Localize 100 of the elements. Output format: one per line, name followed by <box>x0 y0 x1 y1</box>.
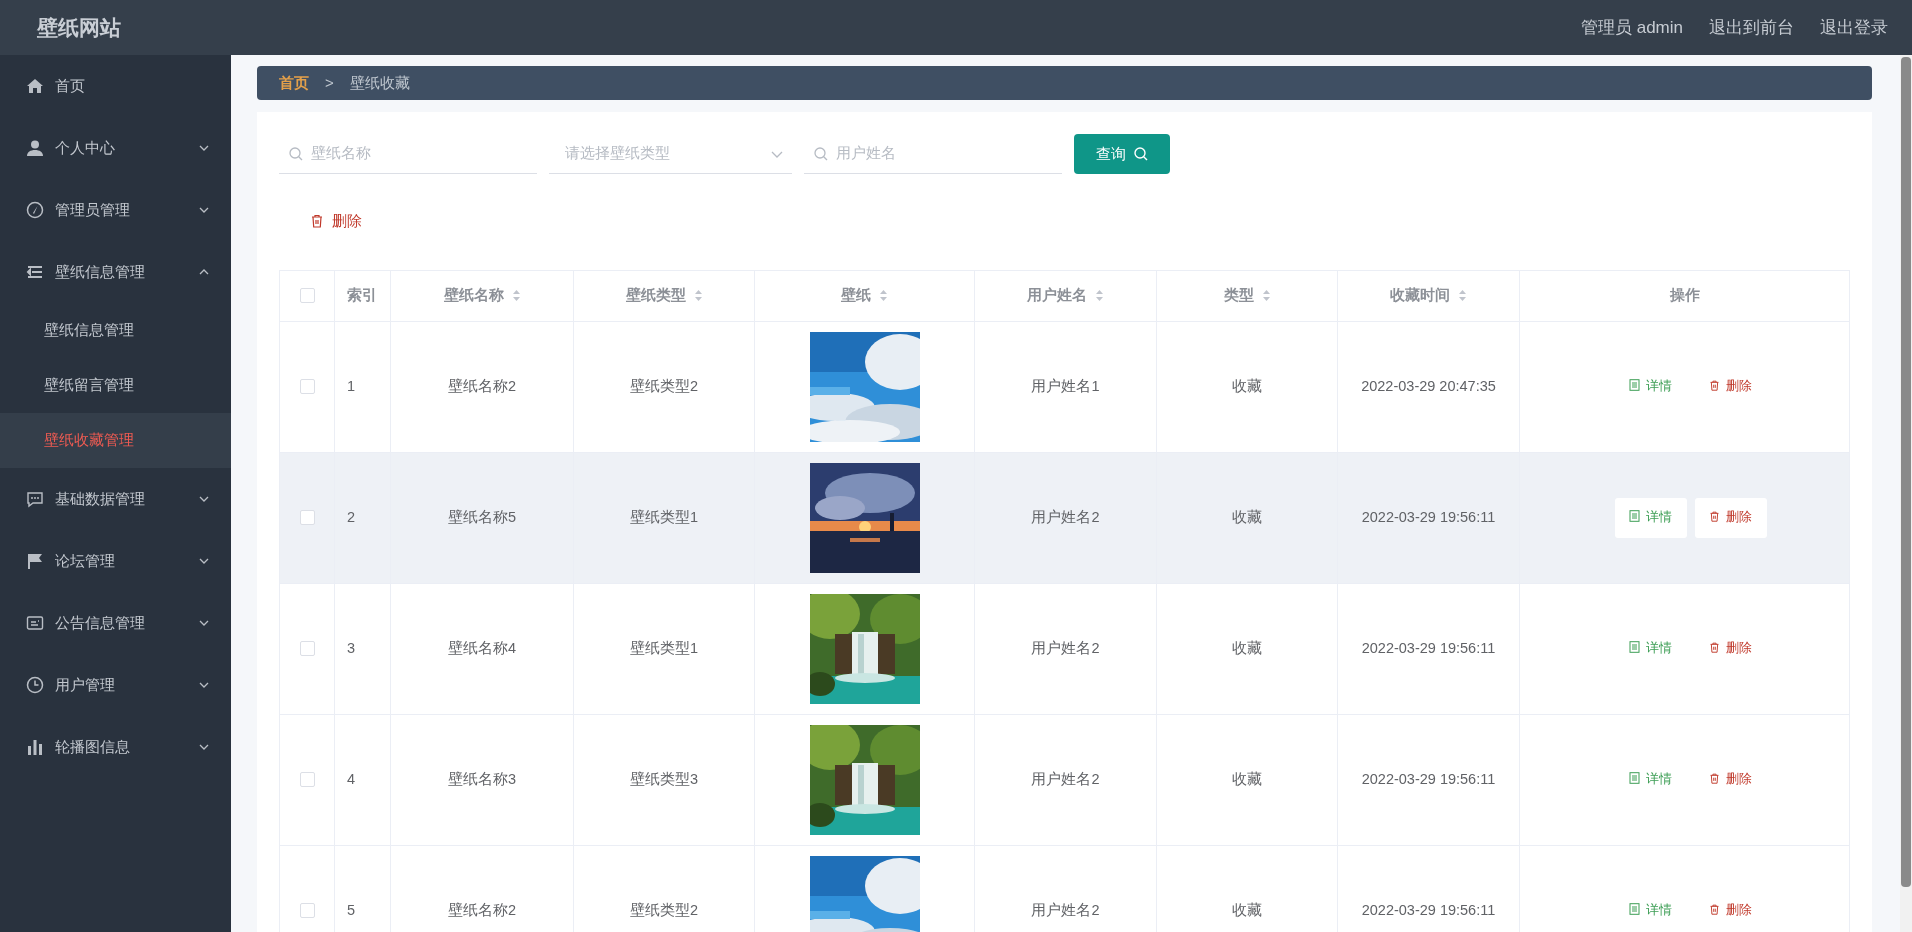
column-header: 收藏时间 <box>1390 286 1450 303</box>
table-cell: 壁纸类型1 <box>629 639 699 656</box>
delete-button[interactable]: 删除 <box>310 204 362 239</box>
table-row[interactable]: 2 壁纸名称5 壁纸类型1 用户姓名2 收藏 2022-03-29 19:56:11 详情 删除 <box>279 452 1850 583</box>
menu-item[interactable]: 个人中心 <box>0 117 231 179</box>
table-cell: 4 <box>347 770 356 787</box>
sort-icon <box>1458 289 1467 303</box>
table-cell: 壁纸名称4 <box>447 639 517 656</box>
scrollbar-thumb[interactable] <box>1901 57 1911 887</box>
table-cell: 1 <box>347 377 356 394</box>
sort-icon <box>693 289 703 303</box>
detail-button[interactable]: 详情 <box>1614 890 1687 931</box>
table-cell: 收藏 <box>1232 901 1262 918</box>
user-link[interactable]: 管理员 admin <box>1580 14 1683 41</box>
table-cell: 2022-03-29 20:47:35 <box>1361 377 1496 394</box>
header-link[interactable]: 退出到前台 <box>1709 14 1794 41</box>
table-cell: 壁纸名称2 <box>447 377 517 394</box>
table-row[interactable]: 5 壁纸名称2 壁纸类型2 用户姓名2 收藏 2022-03-29 19:56:11 详情 删除 <box>279 845 1850 932</box>
delete-button[interactable]: 删除 <box>1694 628 1767 669</box>
row-checkbox[interactable] <box>299 510 315 526</box>
delete-button[interactable]: 删除 <box>1694 366 1767 407</box>
search-field[interactable]: 壁纸名称 <box>309 141 537 166</box>
breadcrumb-current: 壁纸收藏 <box>349 72 410 93</box>
column-header: 类型 <box>1223 286 1254 303</box>
document-icon <box>1629 772 1640 785</box>
delete-button[interactable]: 删除 <box>1694 497 1767 538</box>
document-icon <box>1629 510 1640 523</box>
flag-icon <box>26 552 44 570</box>
table-cell: 2022-03-29 19:56:11 <box>1361 639 1496 656</box>
column-header: 壁纸类型 <box>625 286 686 303</box>
table-cell: 用户姓名2 <box>1031 770 1100 787</box>
column-header: 索引 <box>347 286 377 303</box>
breadcrumb-separator: > <box>325 72 334 93</box>
table-cell: 收藏 <box>1232 770 1262 787</box>
table-cell: 3 <box>347 639 356 656</box>
table-row[interactable]: 1 壁纸名称2 壁纸类型2 用户姓名1 收藏 2022-03-29 20:47:35 详情 删除 <box>279 321 1850 452</box>
menu-item[interactable]: 轮播图信息 <box>0 716 231 778</box>
document-icon <box>1629 641 1640 654</box>
delete-button[interactable]: 删除 <box>1694 759 1767 800</box>
table-cell: 用户姓名1 <box>1031 377 1100 394</box>
detail-button[interactable]: 详情 <box>1614 497 1687 538</box>
table-cell: 壁纸名称2 <box>447 901 517 918</box>
table-cell: 壁纸类型3 <box>629 770 699 787</box>
column-header: 用户姓名 <box>1027 286 1087 303</box>
detail-button[interactable]: 详情 <box>1614 759 1687 800</box>
menu-item[interactable]: 公告信息管理 <box>0 592 231 654</box>
table-cell: 2 <box>347 508 356 525</box>
row-checkbox[interactable] <box>299 772 315 788</box>
site-title: 壁纸网站 <box>36 14 122 41</box>
sort-icon <box>1095 289 1104 303</box>
sort-icon <box>511 289 521 303</box>
row-checkbox[interactable] <box>299 903 315 919</box>
breadcrumb-link[interactable]: 首页 <box>279 71 309 95</box>
bar-chart-icon <box>26 738 44 756</box>
menu-item[interactable]: 首页 <box>0 55 231 117</box>
search-icon <box>289 146 303 161</box>
type-select[interactable]: 请选择壁纸类型 <box>563 141 770 166</box>
chat-icon <box>26 490 44 508</box>
menu-item[interactable]: 论坛管理 <box>0 530 231 592</box>
card-icon <box>26 614 44 632</box>
menu-item[interactable]: 用户管理 <box>0 654 231 716</box>
table-cell: 壁纸类型1 <box>629 508 699 525</box>
menu-item[interactable]: 基础数据管理 <box>0 468 231 530</box>
detail-button[interactable]: 详情 <box>1614 366 1687 407</box>
table-cell: 用户姓名2 <box>1031 639 1100 656</box>
submenu-item[interactable]: 壁纸留言管理 <box>0 358 231 413</box>
select-all-checkbox[interactable] <box>299 288 315 304</box>
delete-button[interactable]: 删除 <box>1694 890 1767 931</box>
scrollbar[interactable] <box>1900 55 1912 932</box>
compass-icon <box>26 201 44 219</box>
table-cell: 用户姓名2 <box>1031 901 1100 918</box>
row-checkbox[interactable] <box>299 641 315 657</box>
search-field[interactable]: 用户姓名 <box>834 141 1062 166</box>
search-icon <box>814 146 828 161</box>
table-cell: 收藏 <box>1232 639 1262 656</box>
column-header: 操作 <box>1669 286 1700 303</box>
trash-icon <box>1709 511 1720 523</box>
row-checkbox[interactable] <box>299 379 315 395</box>
clock-icon <box>26 676 44 694</box>
header-link[interactable]: 退出登录 <box>1820 14 1888 41</box>
detail-button[interactable]: 详情 <box>1614 628 1687 669</box>
table-row[interactable]: 4 壁纸名称3 壁纸类型3 用户姓名2 收藏 2022-03-29 19:56:11 详情 删除 <box>279 714 1850 845</box>
table-cell: 壁纸类型2 <box>629 377 699 394</box>
trash-icon <box>1709 642 1720 654</box>
table-cell: 壁纸名称3 <box>447 770 517 787</box>
table-cell: 壁纸名称5 <box>447 508 517 525</box>
sort-icon <box>879 289 888 303</box>
sort-icon <box>1261 289 1271 303</box>
table-cell: 用户姓名2 <box>1031 508 1100 525</box>
table-cell: 收藏 <box>1232 377 1262 394</box>
table-cell: 5 <box>347 901 356 918</box>
user-icon <box>26 139 44 157</box>
query-button[interactable]: 查询 <box>1074 134 1170 174</box>
trash-icon <box>310 214 324 229</box>
submenu-item[interactable]: 壁纸收藏管理 <box>0 413 231 468</box>
submenu-item[interactable]: 壁纸信息管理 <box>0 303 231 358</box>
home-icon <box>26 77 44 95</box>
menu-item[interactable]: 管理员管理 <box>0 179 231 241</box>
menu-item[interactable]: 壁纸信息管理 <box>0 241 231 303</box>
table-row[interactable]: 3 壁纸名称4 壁纸类型1 用户姓名2 收藏 2022-03-29 19:56:11 详情 删除 <box>279 583 1850 714</box>
